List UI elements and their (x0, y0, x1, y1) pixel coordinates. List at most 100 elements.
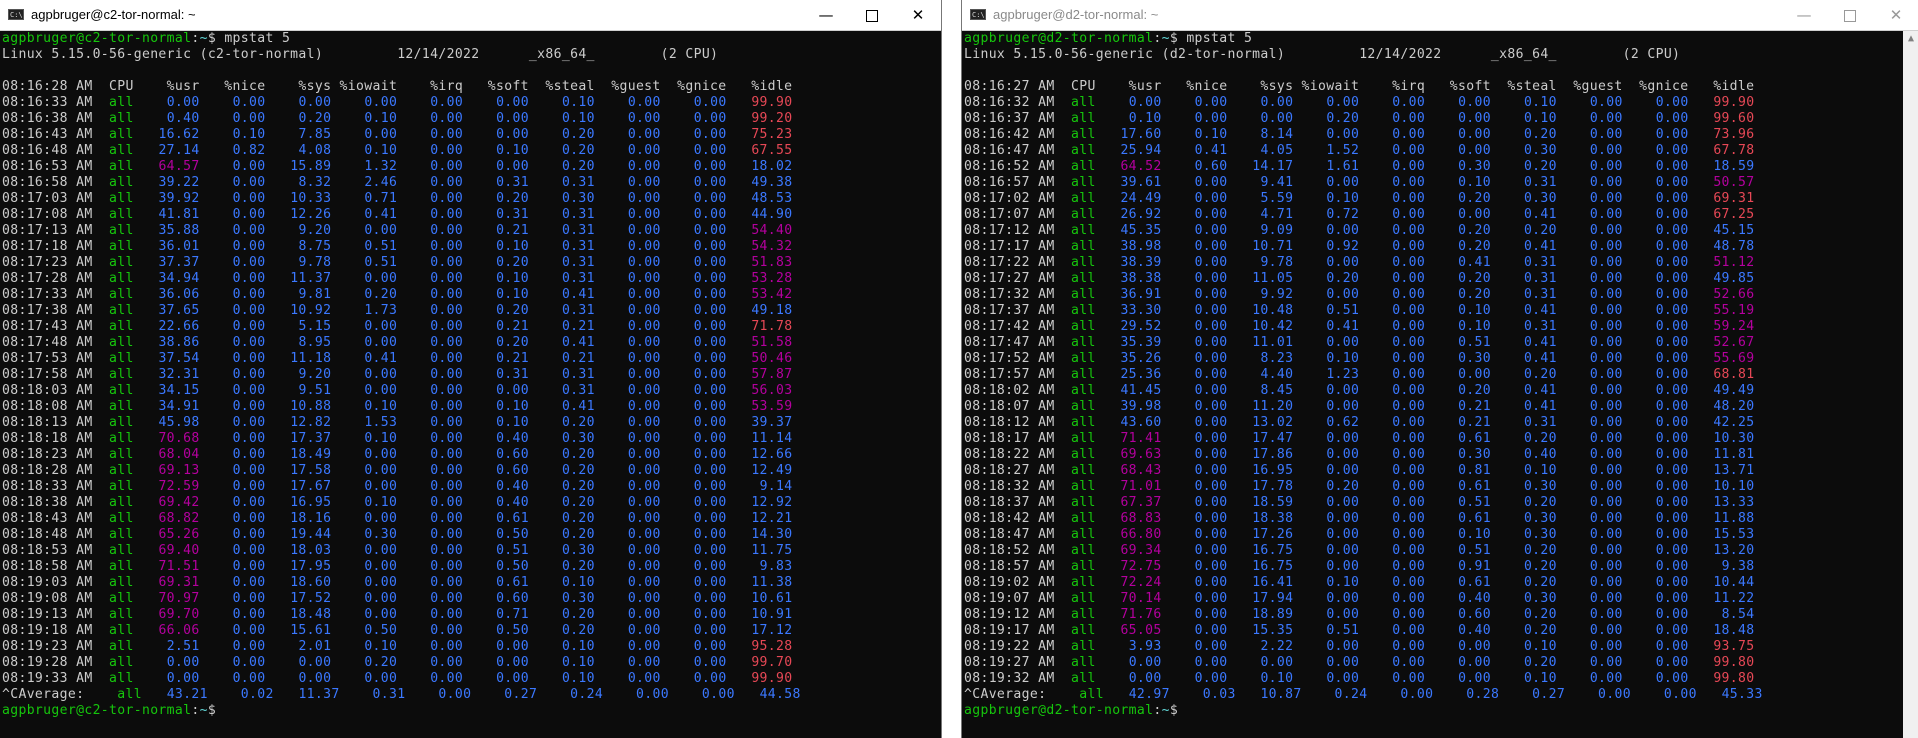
row-value: 0.00 (627, 159, 661, 174)
row-value: 0.00 (1589, 543, 1623, 558)
row-value: 0.00 (1326, 175, 1360, 190)
row-value: 12.49 (751, 463, 793, 478)
row-cpu: all (109, 239, 134, 254)
row-value: 0.00 (1194, 303, 1228, 318)
row-value: 0.00 (1392, 671, 1426, 686)
row-cpu: all (1071, 511, 1096, 526)
row-value: 17.86 (1252, 447, 1294, 462)
stat-row: 08:18:33 AM all 72.59 0.00 17.67 0.00 0.… (2, 479, 801, 495)
column-header: 08:16:27 AM CPU %usr %nice %sys %iowait … (964, 79, 1755, 94)
row-value: 0.00 (1655, 527, 1689, 542)
title-bar[interactable]: C:\ agpbruger@c2-tor-normal: ~ — ✕ (0, 0, 941, 31)
row-value: 0.00 (693, 543, 727, 558)
maximize-button[interactable] (1827, 0, 1873, 30)
row-value: 0.30 (561, 543, 595, 558)
row-value: 0.00 (627, 527, 661, 542)
row-value: 0.41 (364, 207, 398, 222)
row-value: 17.67 (290, 479, 332, 494)
stat-row: 08:17:58 AM all 32.31 0.00 9.20 0.00 0.0… (2, 367, 801, 383)
row-time: 08:18:33 AM (2, 479, 93, 494)
row-value: 18.60 (290, 575, 332, 590)
terminal-window-c2[interactable]: C:\ agpbruger@c2-tor-normal: ~ — ✕ agpbr… (0, 0, 942, 738)
row-time: 08:16:33 AM (2, 95, 93, 110)
row-value: 8.54 (1721, 607, 1755, 622)
stat-row: 08:19:03 AM all 69.31 0.00 18.60 0.00 0.… (2, 575, 801, 591)
vertical-scrollbar[interactable]: ▲ (1903, 31, 1918, 738)
row-cpu: all (109, 143, 134, 158)
row-value: 0.00 (693, 559, 727, 574)
row-value: 0.00 (1326, 511, 1360, 526)
row-value: 0.00 (1392, 303, 1426, 318)
row-time: 08:17:13 AM (2, 223, 93, 238)
row-value: 0.60 (496, 463, 529, 478)
terminal-window-d2[interactable]: C:\ agpbruger@d2-tor-normal: ~ — ✕ agpbr… (961, 0, 1918, 738)
row-value: 0.00 (232, 239, 266, 254)
row-value: 0.51 (1326, 303, 1360, 318)
row-time: 08:17:33 AM (2, 287, 93, 302)
row-value: 0.10 (1458, 319, 1491, 334)
row-value: 2.51 (166, 639, 200, 654)
row-value: 4.08 (298, 143, 332, 158)
row-value: 0.00 (1458, 367, 1491, 382)
row-value: 0.20 (561, 479, 595, 494)
minimize-button[interactable]: — (803, 0, 849, 30)
minimize-button[interactable]: — (1781, 0, 1827, 30)
row-value: 51.58 (751, 335, 793, 350)
row-value: 0.00 (1392, 479, 1426, 494)
row-value: 36.01 (158, 239, 200, 254)
close-button[interactable]: ✕ (895, 0, 941, 30)
title-bar[interactable]: C:\ agpbruger@d2-tor-normal: ~ — ✕ (962, 0, 1918, 31)
row-value: 69.42 (158, 495, 200, 510)
row-value: 0.00 (430, 511, 464, 526)
row-time: 08:16:52 AM (964, 159, 1055, 174)
row-cpu: all (109, 415, 134, 430)
row-value: 0.00 (232, 351, 266, 366)
row-time: 08:16:32 AM (964, 95, 1055, 110)
terminal-output[interactable]: agpbruger@d2-tor-normal:~$ mpstat 5 Linux… (964, 31, 1763, 719)
row-value: 0.00 (232, 287, 266, 302)
row-value: 0.10 (1194, 127, 1228, 142)
row-value: 26.92 (1120, 207, 1162, 222)
prompt-line: agpbruger@d2-tor-normal:~$ (964, 703, 1187, 718)
average-row: ^CAverage: all 42.97 0.03 10.87 0.24 0.0… (964, 687, 1763, 703)
row-value: 54.32 (751, 239, 793, 254)
row-value: 0.00 (1392, 159, 1426, 174)
row-value: 35.88 (158, 223, 200, 238)
row-value: 0.10 (496, 415, 529, 430)
row-value: 18.49 (290, 447, 332, 462)
row-cpu: all (109, 655, 134, 670)
row-value: 10.42 (1252, 319, 1294, 334)
row-cpu: all (1071, 239, 1096, 254)
stat-row: 08:17:48 AM all 38.86 0.00 8.95 0.00 0.0… (2, 335, 801, 351)
row-value: 11.22 (1713, 591, 1755, 606)
row-value: 65.26 (158, 527, 200, 542)
row-time: 08:18:53 AM (2, 543, 93, 558)
stat-row: 08:18:28 AM all 69.13 0.00 17.58 0.00 0.… (2, 463, 801, 479)
close-button[interactable]: ✕ (1873, 0, 1918, 30)
row-value: 0.20 (1523, 623, 1557, 638)
row-value: 51.83 (751, 255, 793, 270)
row-value: 0.00 (693, 175, 727, 190)
row-value: 0.00 (693, 527, 727, 542)
row-value: 0.00 (430, 255, 464, 270)
row-value: 0.00 (1589, 399, 1623, 414)
row-value: 0.00 (430, 239, 464, 254)
row-value: 0.00 (693, 607, 727, 622)
terminal-output[interactable]: agpbruger@c2-tor-normal:~$ mpstat 5 Linux… (2, 31, 801, 719)
stat-row: 08:17:32 AM all 36.91 0.00 9.92 0.00 0.0… (964, 287, 1763, 303)
command-text: mpstat 5 (224, 31, 291, 46)
row-value: 9.78 (1260, 255, 1294, 270)
row-value: 0.00 (1326, 671, 1360, 686)
stat-row: 08:18:02 AM all 41.45 0.00 8.45 0.00 0.0… (964, 383, 1763, 399)
row-value: 0.00 (1392, 527, 1426, 542)
row-value: 11.05 (1252, 271, 1294, 286)
row-value: 0.62 (1326, 415, 1360, 430)
row-cpu: all (109, 111, 134, 126)
row-value: 0.00 (1589, 207, 1623, 222)
maximize-button[interactable] (849, 0, 895, 30)
row-value: 41.45 (1120, 383, 1162, 398)
row-value: 0.00 (693, 495, 727, 510)
scroll-up-icon[interactable]: ▲ (1903, 31, 1918, 47)
row-value: 0.31 (496, 175, 529, 190)
row-value: 0.00 (1392, 95, 1426, 110)
